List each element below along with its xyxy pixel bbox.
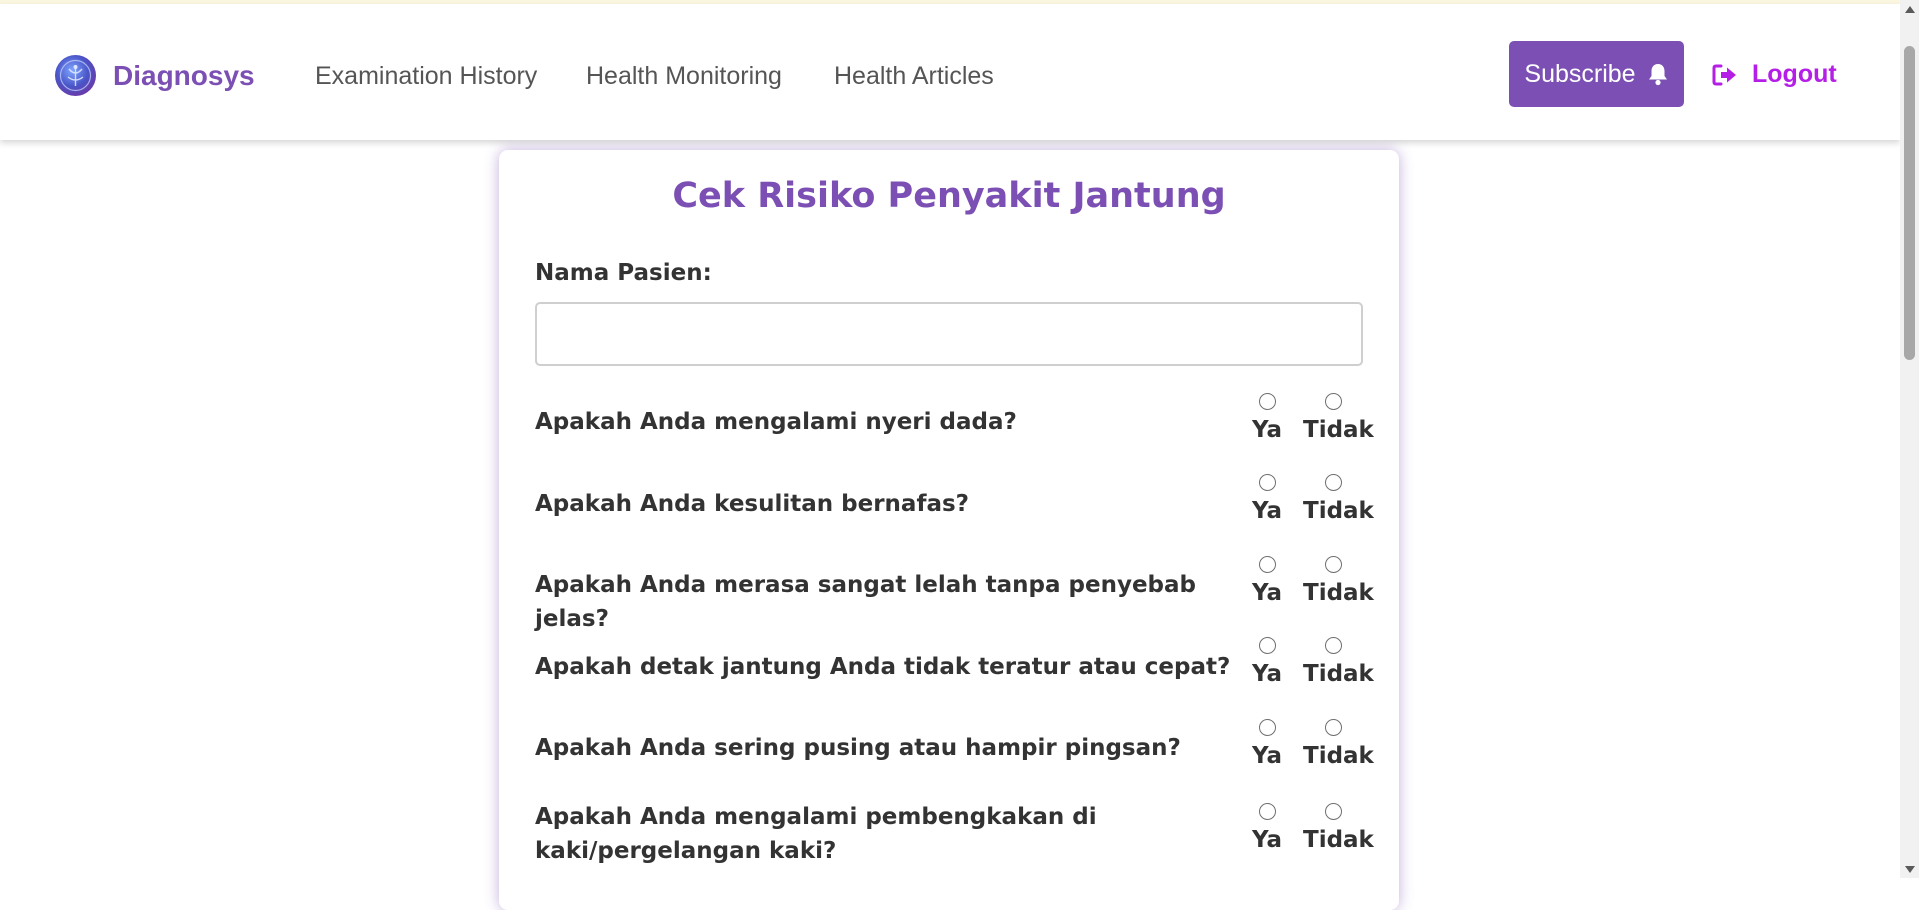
question-swelling: Apakah Anda mengalami pembengkakan di ka… — [535, 804, 1097, 864]
option-yes-q2[interactable]: Ya — [1237, 474, 1297, 524]
scroll-up-arrow-icon[interactable] — [1905, 6, 1915, 13]
question-fatigue: Apakah Anda merasa sangat lelah tanpa pe… — [535, 572, 1196, 632]
radio-no-q2[interactable] — [1324, 474, 1342, 491]
navbar: Diagnosys Examination History Health Mon… — [0, 4, 1900, 140]
option-yes-q3[interactable]: Ya — [1237, 556, 1297, 606]
option-yes-q6[interactable]: Ya — [1237, 803, 1297, 853]
brand-name: Diagnosys — [113, 59, 255, 91]
radio-yes-q2[interactable] — [1258, 474, 1276, 491]
option-yes-q1[interactable]: Ya — [1237, 393, 1297, 443]
radio-yes-q4[interactable] — [1258, 637, 1276, 654]
scrollbar-thumb[interactable] — [1904, 46, 1915, 360]
option-yes-label: Ya — [1251, 580, 1283, 606]
subscribe-button[interactable]: Subscribe — [1509, 41, 1684, 107]
logout-button[interactable]: Logout — [1712, 60, 1837, 89]
question-chest-pain: Apakah Anda mengalami nyeri dada? — [535, 409, 1017, 435]
heart-risk-form-card: Cek Risiko Penyakit Jantung Nama Pasien:… — [499, 150, 1399, 910]
patient-name-label: Nama Pasien: — [535, 260, 712, 286]
question-dizziness: Apakah Anda sering pusing atau hampir pi… — [535, 735, 1181, 761]
nav-link-health-monitoring[interactable]: Health Monitoring — [586, 62, 782, 91]
radio-no-q6[interactable] — [1324, 803, 1342, 820]
option-no-q2[interactable]: Tidak — [1303, 474, 1374, 524]
bell-icon — [1647, 62, 1669, 86]
option-yes-label: Ya — [1251, 827, 1283, 853]
radio-no-q5[interactable] — [1324, 719, 1342, 736]
option-no-label: Tidak — [1303, 661, 1374, 687]
nav-link-examination-history[interactable]: Examination History — [315, 62, 537, 91]
option-no-label: Tidak — [1303, 498, 1374, 524]
question-heartbeat: Apakah detak jantung Anda tidak teratur … — [535, 654, 1231, 680]
brand-logo-icon — [55, 55, 96, 96]
radio-no-q4[interactable] — [1324, 637, 1342, 654]
option-no-label: Tidak — [1303, 580, 1374, 606]
vertical-scrollbar[interactable] — [1900, 0, 1919, 878]
radio-yes-q3[interactable] — [1258, 556, 1276, 573]
scroll-down-arrow-icon[interactable] — [1905, 866, 1915, 873]
brand[interactable]: Diagnosys — [55, 55, 255, 96]
option-yes-label: Ya — [1251, 661, 1283, 687]
option-no-label: Tidak — [1303, 743, 1374, 769]
option-yes-q4[interactable]: Ya — [1237, 637, 1297, 687]
radio-yes-q6[interactable] — [1258, 803, 1276, 820]
logout-icon — [1712, 64, 1738, 86]
option-no-q5[interactable]: Tidak — [1303, 719, 1374, 769]
question-breathing: Apakah Anda kesulitan bernafas? — [535, 491, 970, 517]
option-no-q4[interactable]: Tidak — [1303, 637, 1374, 687]
patient-name-input[interactable] — [535, 302, 1363, 366]
option-no-label: Tidak — [1303, 417, 1374, 443]
option-yes-label: Ya — [1251, 417, 1283, 443]
option-yes-label: Ya — [1251, 498, 1283, 524]
option-yes-q5[interactable]: Ya — [1237, 719, 1297, 769]
form-title: Cek Risiko Penyakit Jantung — [672, 176, 1226, 216]
subscribe-label: Subscribe — [1524, 59, 1636, 88]
radio-no-q1[interactable] — [1324, 393, 1342, 410]
option-no-q3[interactable]: Tidak — [1303, 556, 1374, 606]
radio-no-q3[interactable] — [1324, 556, 1342, 573]
option-no-label: Tidak — [1303, 827, 1374, 853]
logout-label: Logout — [1752, 60, 1837, 88]
option-no-q6[interactable]: Tidak — [1303, 803, 1374, 853]
radio-yes-q5[interactable] — [1258, 719, 1276, 736]
radio-yes-q1[interactable] — [1258, 393, 1276, 410]
option-yes-label: Ya — [1251, 743, 1283, 769]
option-no-q1[interactable]: Tidak — [1303, 393, 1374, 443]
nav-link-health-articles[interactable]: Health Articles — [834, 62, 994, 91]
